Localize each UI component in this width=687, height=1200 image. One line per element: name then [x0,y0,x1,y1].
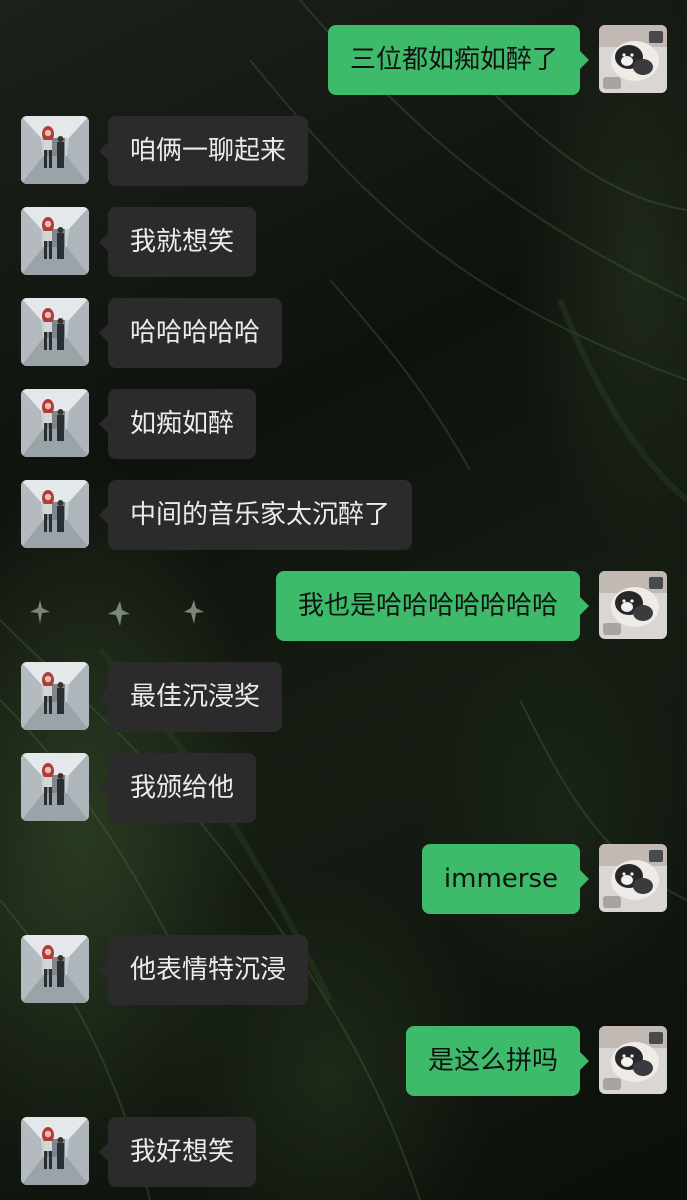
sleeping-cat-avatar[interactable] [599,571,667,639]
sleeping-cat-avatar[interactable] [599,844,667,912]
girl-in-corridor-avatar[interactable] [21,298,89,366]
outgoing-message-row: 三位都如痴如醉了 [0,25,687,95]
incoming-message-bubble[interactable]: 中间的音乐家太沉醉了 [98,480,413,550]
incoming-message-row: 咱俩一聊起来 [0,116,687,186]
chat-message-list[interactable]: 三位都如痴如醉了 咱俩一聊起来 我就想笑哈哈哈哈哈如痴如醉中间的音乐家太沉醉了我也是… [0,0,687,1200]
incoming-message-row: 我好想笑 [0,1117,687,1187]
girl-in-corridor-avatar[interactable] [21,116,89,184]
incoming-message-row: 我就想笑 [0,207,687,277]
girl-in-corridor-avatar[interactable] [21,480,89,548]
incoming-message-bubble[interactable]: 哈哈哈哈哈 [98,298,283,368]
incoming-message-row: 中间的音乐家太沉醉了 [0,480,687,550]
outgoing-message-bubble[interactable]: 是这么拼吗 [405,1026,590,1096]
incoming-message-bubble[interactable]: 我好想笑 [98,1117,257,1187]
incoming-message-row: 哈哈哈哈哈 [0,298,687,368]
outgoing-message-bubble[interactable]: 我也是哈哈哈哈哈哈哈 [275,571,590,641]
incoming-message-row: 最佳沉浸奖 [0,662,687,732]
girl-in-corridor-avatar[interactable] [21,1117,89,1185]
incoming-message-row: 我颁给他 [0,753,687,823]
outgoing-message-row: 我也是哈哈哈哈哈哈哈 [0,571,687,641]
outgoing-message-row: 是这么拼吗 [0,1026,687,1096]
incoming-message-bubble[interactable]: 如痴如醉 [98,389,257,459]
incoming-message-row: 如痴如醉 [0,389,687,459]
incoming-message-bubble[interactable]: 他表情特沉浸 [98,935,309,1005]
girl-in-corridor-avatar[interactable] [21,753,89,821]
incoming-message-bubble[interactable]: 咱俩一聊起来 [98,116,309,186]
incoming-message-row: 他表情特沉浸 [0,935,687,1005]
girl-in-corridor-avatar[interactable] [21,662,89,730]
girl-in-corridor-avatar[interactable] [21,935,89,1003]
sleeping-cat-avatar[interactable] [599,1026,667,1094]
incoming-message-bubble[interactable]: 最佳沉浸奖 [98,662,283,732]
sleeping-cat-avatar[interactable] [599,25,667,93]
outgoing-message-bubble[interactable]: 三位都如痴如醉了 [327,25,590,95]
outgoing-message-row: immerse [0,844,687,914]
outgoing-message-bubble[interactable]: immerse [421,844,590,914]
girl-in-corridor-avatar[interactable] [21,389,89,457]
girl-in-corridor-avatar[interactable] [21,207,89,275]
incoming-message-bubble[interactable]: 我颁给他 [98,753,257,823]
incoming-message-bubble[interactable]: 我就想笑 [98,207,257,277]
